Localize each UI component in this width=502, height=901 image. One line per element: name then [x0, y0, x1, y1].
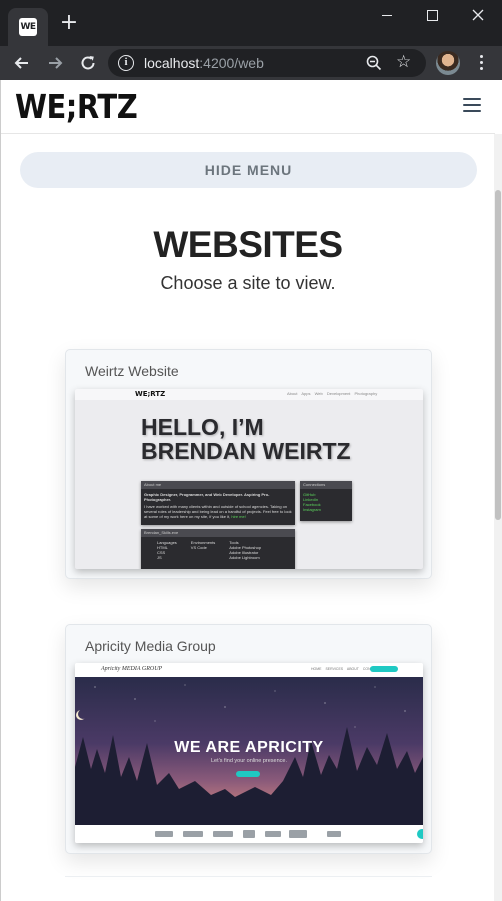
scrollbar[interactable]	[494, 134, 502, 901]
profile-avatar[interactable]	[436, 51, 460, 75]
info-icon[interactable]: i	[118, 55, 134, 71]
thumb-skills-panel: Brendan_Skills.exe Languages HTML CSS JS…	[141, 529, 295, 569]
thumb-logo: Apricity MEDIA GROUP	[101, 666, 163, 672]
thumb-client-logos	[75, 825, 423, 843]
plus-icon[interactable]: +	[58, 12, 80, 35]
panel-bar: Brendan_Skills.exe	[141, 529, 295, 537]
next-card-edge	[65, 876, 432, 901]
url-text[interactable]: localhost:4200/web	[144, 55, 264, 71]
panel-bar: About me	[141, 481, 295, 489]
site-header: WE;RTZ	[1, 80, 495, 134]
address-bar[interactable]: i localhost:4200/web ☆	[108, 49, 426, 77]
hide-menu-button[interactable]: HIDE MENU	[20, 152, 477, 188]
arrow-right-icon	[49, 57, 63, 69]
skill: Adobe Lightroom	[229, 555, 260, 560]
thumb-connect-panel: Connections GitHub LinkedIn Facebook Ins…	[300, 481, 352, 521]
close-window-button[interactable]	[455, 4, 501, 28]
star-icon[interactable]: ☆	[396, 54, 411, 71]
page-subtitle: Choose a site to view.	[160, 273, 336, 293]
arrow-left-icon	[14, 57, 28, 69]
maximize-window-button[interactable]	[409, 4, 455, 28]
card-title: Apricity Media Group	[85, 638, 216, 654]
thumb-hero-subtext: Let’s find your online presence.	[210, 758, 288, 764]
about-lead: Graphic Designer, Programmer, and Web De…	[144, 492, 270, 502]
thumb-hero-text: WE ARE APRICITY	[174, 739, 324, 756]
reload-button[interactable]	[75, 50, 101, 76]
thumb-navbar: WE;RTZ About Apps Web Development Photog…	[75, 389, 423, 400]
thumb-nav-links: About Apps Web Development Photography	[287, 391, 378, 396]
about-body: I have worked with many clients within a…	[144, 504, 292, 519]
card-title: Weirtz Website	[85, 363, 179, 379]
browser-toolbar: i localhost:4200/web ☆	[0, 46, 502, 80]
forward-button[interactable]	[42, 50, 68, 76]
thumb-about-panel: About me Graphic Designer, Programmer, a…	[141, 481, 295, 525]
url-host: localhost	[144, 55, 200, 71]
skill: VS Code	[190, 545, 207, 550]
kebab-menu-icon[interactable]	[472, 53, 492, 73]
scrollbar-thumb[interactable]	[495, 190, 501, 520]
reload-icon	[81, 56, 95, 70]
site-favicon-icon: WE	[19, 18, 37, 36]
panel-body: Graphic Designer, Programmer, and Web De…	[141, 489, 295, 522]
close-icon	[472, 9, 484, 21]
panel-bar: Connections	[300, 481, 352, 489]
thumb-cta-button	[370, 666, 398, 672]
hamburger-menu-icon[interactable]	[463, 98, 481, 112]
thumb-hero-button	[236, 771, 260, 777]
page-viewport: WE;RTZ HIDE MENU WEBSITES Choose a site …	[0, 80, 502, 901]
website-card-weirtz[interactable]: Weirtz Website WE;RTZ About Apps Web Dev…	[65, 349, 432, 579]
thumb-hero-image: WE ARE APRICITY Let’s find your online p…	[75, 677, 423, 825]
thumb-navbar: Apricity MEDIA GROUP HOME SERVICES ABOUT…	[75, 663, 423, 677]
chat-bubble-icon	[417, 829, 423, 839]
zoom-out-icon[interactable]	[366, 55, 382, 71]
url-path: :4200/web	[199, 55, 264, 71]
thumb-hero-text: HELLO, I’M BRENDAN WEIRTZ	[141, 414, 351, 464]
site-logo[interactable]: WE;RTZ	[15, 88, 138, 126]
thumb-logo: WE;RTZ	[135, 390, 166, 398]
website-thumbnail[interactable]: WE;RTZ About Apps Web Development Photog…	[75, 389, 423, 569]
minimize-window-button[interactable]	[364, 4, 410, 28]
panel-body: GitHub LinkedIn Facebook Instagram	[300, 489, 352, 515]
panel-body: Languages HTML CSS JS Environments VS Co…	[141, 537, 295, 563]
about-link: hire me!	[231, 514, 246, 519]
website-card-apricity[interactable]: Apricity Media Group Apricity MEDIA GROU…	[65, 624, 432, 854]
browser-titlebar: WE +	[0, 0, 502, 46]
connect-item: Instagram	[303, 507, 321, 512]
page-title: WEBSITES	[153, 224, 343, 265]
website-thumbnail[interactable]: Apricity MEDIA GROUP HOME SERVICES ABOUT…	[75, 663, 423, 843]
skill: JS	[157, 555, 162, 560]
back-button[interactable]	[9, 50, 35, 76]
browser-tab[interactable]: WE	[8, 8, 48, 46]
